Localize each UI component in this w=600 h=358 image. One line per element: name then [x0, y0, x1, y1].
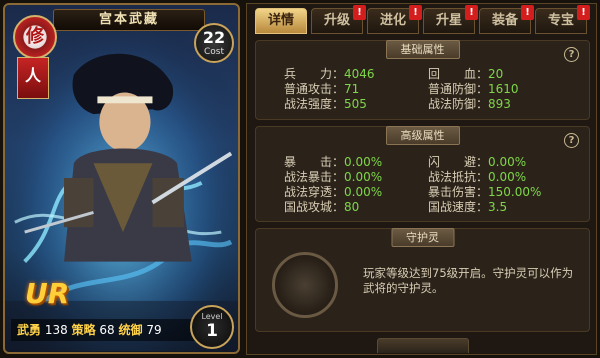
attr-label: 普通防御：: [428, 82, 489, 96]
alert-icon: !: [409, 5, 422, 20]
attr-value: 20: [488, 67, 504, 81]
alert-icon: !: [577, 5, 590, 20]
tongyu-value: 79: [146, 323, 162, 337]
attr-row: 战法穿透：0.00%: [284, 185, 382, 199]
alert-icon: !: [353, 5, 366, 20]
level-label: Level: [201, 312, 223, 321]
tab-label: 装备: [491, 13, 518, 28]
attr-label: 闪 避：: [428, 155, 489, 169]
attr-row: 暴击伤害：150.00%: [428, 185, 541, 199]
tab-star-up[interactable]: 升星 !: [423, 5, 478, 34]
wuyong-value: 138: [44, 323, 68, 337]
tab-label: 进化: [379, 13, 406, 28]
attr-label: 暴击伤害：: [428, 185, 489, 199]
attr-label: 国战速度：: [428, 200, 489, 214]
attr-label: 国战攻城：: [284, 200, 345, 214]
basic-attributes-section: 基础属性 ? 兵 力：4046 回 血：20 普通攻击：71 普通防御：1610…: [255, 40, 590, 120]
section-title: 基础属性: [385, 40, 460, 59]
alert-icon: !: [465, 5, 478, 20]
attr-row: 战法抵抗：0.00%: [428, 170, 526, 184]
attr-value: 505: [344, 97, 367, 111]
attr-value: 3.5: [488, 200, 508, 214]
attr-label: 战法穿透：: [284, 185, 345, 199]
tab-bar: 详情 升级 ! 进化 ! 升星 ! 装备 ! 专宝 !: [253, 5, 594, 36]
faction-emblem: 修: [13, 15, 57, 59]
attr-row: 回 血：20: [428, 67, 503, 81]
attr-row: 战法暴击：0.00%: [284, 170, 382, 184]
attr-value: 4046: [344, 67, 375, 81]
tab-label: 升级: [323, 13, 350, 28]
banner-char: 人: [24, 66, 41, 85]
attr-row: 普通攻击：71: [284, 82, 359, 96]
attr-value: 893: [488, 97, 511, 111]
tab-label: 升星: [435, 13, 462, 28]
cost-badge: 22 Cost: [194, 23, 234, 63]
attr-row: 战法防御：893: [428, 97, 511, 111]
level-badge: Level 1: [190, 305, 234, 349]
attr-row: 国战速度：3.5: [428, 200, 507, 214]
cost-value: 22: [202, 28, 226, 47]
hero-card: 宫本武藏 修 人 22 Cost UR 武勇 138 策略 68 统御 79 L…: [3, 3, 240, 354]
detail-panel: 详情 升级 ! 进化 ! 升星 ! 装备 ! 专宝 ! 基础属性 ? 兵 力：4…: [246, 3, 597, 355]
help-icon[interactable]: ?: [564, 47, 579, 62]
celue-label: 策略: [71, 323, 96, 337]
attr-value: 1610: [488, 82, 519, 96]
cost-label: Cost: [203, 47, 224, 57]
section-title: 守护灵: [391, 228, 454, 247]
attr-label: 普通攻击：: [284, 82, 345, 96]
guardian-spirit-slot[interactable]: [272, 252, 338, 318]
attr-value: 0.00%: [344, 155, 383, 169]
attr-value: 0.00%: [488, 155, 527, 169]
emblem-char: 修: [26, 26, 44, 47]
attr-value: 71: [344, 82, 360, 96]
attr-label: 回 血：: [428, 67, 489, 81]
type-banner: 人: [17, 57, 49, 99]
attr-value: 0.00%: [344, 185, 383, 199]
rarity-badge: UR: [25, 277, 70, 310]
tab-equipment[interactable]: 装备 !: [479, 5, 534, 34]
tab-label: 详情: [267, 13, 294, 28]
hero-stats-bar: 武勇 138 策略 68 统御 79: [11, 319, 197, 341]
attr-label: 兵 力：: [284, 67, 345, 81]
tab-treasure[interactable]: 专宝 !: [535, 5, 590, 34]
attr-label: 战法强度：: [284, 97, 345, 111]
attr-label: 战法暴击：: [284, 170, 345, 184]
tab-details[interactable]: 详情: [255, 8, 307, 34]
advanced-attributes-section: 高级属性 ? 暴 击：0.00% 闪 避：0.00% 战法暴击：0.00% 战法…: [255, 126, 590, 222]
alert-icon: !: [521, 5, 534, 20]
hero-name: 宫本武藏: [53, 9, 205, 31]
attr-row: 兵 力：4046: [284, 67, 375, 81]
attr-label: 暴 击：: [284, 155, 345, 169]
attr-value: 0.00%: [344, 170, 383, 184]
attr-row: 暴 击：0.00%: [284, 155, 382, 169]
attr-value: 150.00%: [488, 185, 542, 199]
expand-handle[interactable]: [377, 338, 469, 353]
attr-value: 0.00%: [488, 170, 527, 184]
celue-value: 68: [99, 323, 115, 337]
attr-row: 普通防御：1610: [428, 82, 519, 96]
tab-label: 专宝: [547, 13, 574, 28]
level-value: 1: [206, 321, 218, 341]
tab-upgrade[interactable]: 升级 !: [311, 5, 366, 34]
section-title: 高级属性: [385, 126, 460, 145]
help-icon[interactable]: ?: [564, 133, 579, 148]
tab-evolve[interactable]: 进化 !: [367, 5, 422, 34]
attr-row: 战法强度：505: [284, 97, 367, 111]
tongyu-label: 统御: [118, 323, 143, 337]
attr-value: 80: [344, 200, 360, 214]
attr-row: 国战攻城：80: [284, 200, 359, 214]
attr-label: 战法抵抗：: [428, 170, 489, 184]
attr-row: 闪 避：0.00%: [428, 155, 526, 169]
guardian-unlock-text: 玩家等级达到75级开启。守护灵可以作为武将的守护灵。: [363, 266, 574, 295]
attr-label: 战法防御：: [428, 97, 489, 111]
wuyong-label: 武勇: [17, 323, 42, 337]
